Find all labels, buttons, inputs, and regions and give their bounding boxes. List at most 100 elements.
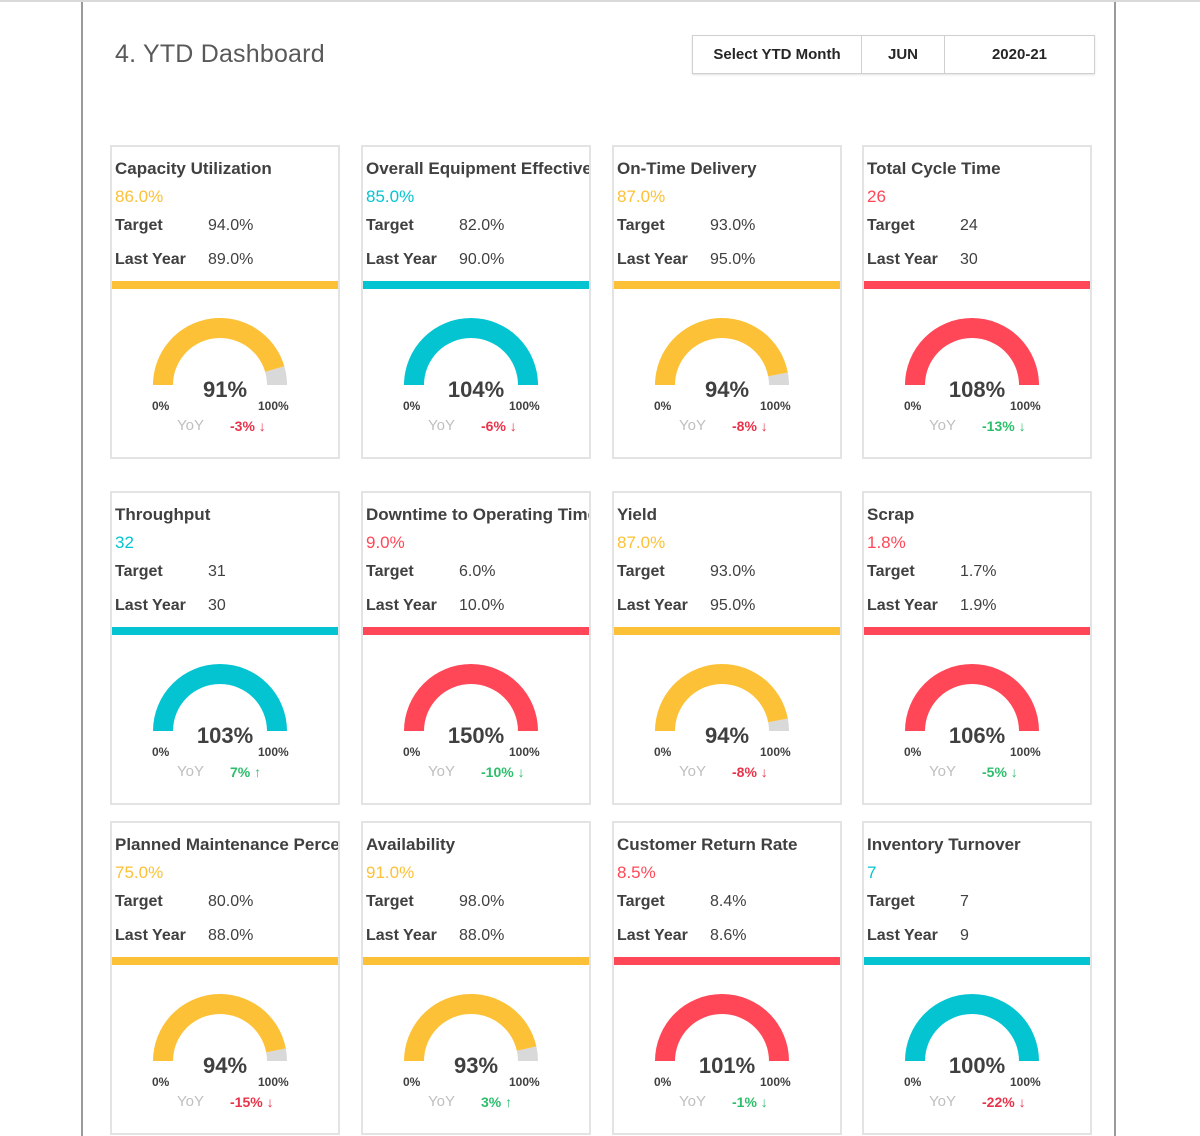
kpi-current-value: 87.0%: [617, 533, 666, 552]
last-year-row: Last Year 89.0%: [115, 251, 253, 269]
last-year-row: Last Year 8.6%: [617, 927, 746, 945]
gauge-value-arc: [905, 318, 1039, 385]
last-year-value: 88.0%: [459, 927, 505, 944]
gauge-min-label: 0%: [904, 399, 922, 413]
kpi-title: Inventory Turnover: [867, 835, 1021, 854]
gauge-max-label: 100%: [258, 745, 289, 759]
gauge-chart: 101% 0% 100% YoY -1% ↓: [614, 965, 840, 1133]
yoy-change: -3% ↓: [230, 418, 266, 434]
gauge-value-arc: [905, 994, 1039, 1061]
gauge-max-label: 100%: [509, 1075, 540, 1089]
gauge-max-label: 100%: [760, 1075, 791, 1089]
target-label: Target: [115, 217, 163, 234]
last-year-value: 10.0%: [459, 597, 505, 614]
kpi-card: Inventory Turnover 7 Target 7 Last Year …: [862, 821, 1092, 1135]
gauge-value-arc: [655, 664, 788, 731]
gauge-value-arc: [905, 664, 1039, 731]
kpi-title: Total Cycle Time: [867, 159, 1001, 178]
target-value: 24: [960, 217, 978, 234]
fiscal-year-dropdown[interactable]: 2020-21: [945, 36, 1094, 73]
gauge-chart: 103% 0% 100% YoY 7% ↑: [112, 635, 338, 803]
gauge-min-label: 0%: [904, 745, 922, 759]
status-color-bar: [363, 627, 589, 635]
status-color-bar: [112, 957, 338, 965]
status-color-bar: [864, 281, 1090, 289]
kpi-card: Scrap 1.8% Target 1.7% Last Year 1.9% 10…: [862, 491, 1092, 805]
status-color-bar: [614, 957, 840, 965]
kpi-title: Yield: [617, 505, 657, 524]
gauge-value-arc: [655, 994, 789, 1061]
last-year-value: 90.0%: [459, 251, 505, 268]
last-year-label: Last Year: [115, 597, 186, 614]
status-color-bar: [864, 957, 1090, 965]
gauge-value-arc: [655, 317, 788, 385]
target-label: Target: [617, 217, 665, 234]
yoy-change: -8% ↓: [732, 418, 768, 434]
yoy-label: YoY: [428, 763, 455, 780]
last-year-label: Last Year: [366, 927, 437, 944]
gauge-percent: 101%: [698, 1053, 756, 1078]
yoy-change: -13% ↓: [982, 418, 1026, 434]
kpi-current-value: 86.0%: [115, 187, 164, 206]
yoy-label: YoY: [177, 763, 204, 780]
yoy-label: YoY: [929, 417, 956, 434]
yoy-label: YoY: [428, 1093, 455, 1110]
yoy-label: YoY: [929, 1093, 956, 1110]
last-year-label: Last Year: [115, 927, 186, 944]
page-title: 4. YTD Dashboard: [115, 40, 325, 68]
kpi-title: Scrap: [867, 505, 915, 524]
target-label: Target: [115, 893, 163, 910]
kpi-card: Capacity Utilization 86.0% Target 94.0% …: [110, 145, 340, 459]
yoy-change: -1% ↓: [732, 1094, 768, 1110]
target-label: Target: [867, 893, 915, 910]
gauge-max-label: 100%: [1010, 1075, 1041, 1089]
gauge-chart: 104% 0% 100% YoY -6% ↓: [363, 289, 589, 457]
target-label: Target: [366, 893, 414, 910]
month-dropdown[interactable]: JUN: [862, 36, 945, 73]
target-value: 94.0%: [208, 217, 254, 234]
kpi-title: Capacity Utilization: [115, 159, 272, 178]
last-year-label: Last Year: [867, 927, 938, 944]
target-row: Target 24: [867, 217, 978, 235]
status-color-bar: [614, 627, 840, 635]
last-year-label: Last Year: [867, 597, 938, 614]
yoy-change: -5% ↓: [982, 764, 1018, 780]
yoy-label: YoY: [679, 763, 706, 780]
gauge-percent: 94%: [704, 377, 750, 402]
status-color-bar: [864, 627, 1090, 635]
last-year-value: 95.0%: [710, 597, 756, 614]
kpi-title: Planned Maintenance Percentage: [115, 835, 340, 854]
kpi-card: Availability 91.0% Target 98.0% Last Yea…: [361, 821, 591, 1135]
target-value: 1.7%: [960, 563, 997, 580]
target-label: Target: [867, 563, 915, 580]
target-row: Target 93.0%: [617, 217, 755, 235]
gauge-value-arc: [153, 318, 285, 385]
gauge-percent: 94%: [202, 1053, 248, 1078]
last-year-value: 89.0%: [208, 251, 254, 268]
kpi-current-value: 26: [867, 187, 886, 206]
gauge-min-label: 0%: [654, 745, 672, 759]
gauge-min-label: 0%: [904, 1075, 922, 1089]
last-year-row: Last Year 10.0%: [366, 597, 504, 615]
gauge-chart: 93% 0% 100% YoY 3% ↑: [363, 965, 589, 1133]
gauge-value-arc: [153, 994, 286, 1061]
kpi-card: Overall Equipment Effectiveness 85.0% Ta…: [361, 145, 591, 459]
gauge-min-label: 0%: [152, 399, 170, 413]
gauge-value-arc: [404, 664, 538, 731]
gauge-min-label: 0%: [403, 399, 421, 413]
target-value: 98.0%: [459, 893, 505, 910]
kpi-current-value: 7: [867, 863, 877, 882]
yoy-label: YoY: [679, 1093, 706, 1110]
kpi-current-value: 85.0%: [366, 187, 415, 206]
select-ytd-month-label: Select YTD Month: [693, 36, 862, 73]
last-year-label: Last Year: [617, 927, 688, 944]
last-year-row: Last Year 30: [115, 597, 226, 615]
last-year-label: Last Year: [115, 251, 186, 268]
gauge-min-label: 0%: [403, 1075, 421, 1089]
kpi-card: Throughput 32 Target 31 Last Year 30 103…: [110, 491, 340, 805]
last-year-label: Last Year: [617, 251, 688, 268]
gauge-value-arc: [404, 994, 537, 1061]
status-color-bar: [363, 281, 589, 289]
target-value: 7: [960, 893, 969, 910]
gauge-min-label: 0%: [152, 745, 170, 759]
